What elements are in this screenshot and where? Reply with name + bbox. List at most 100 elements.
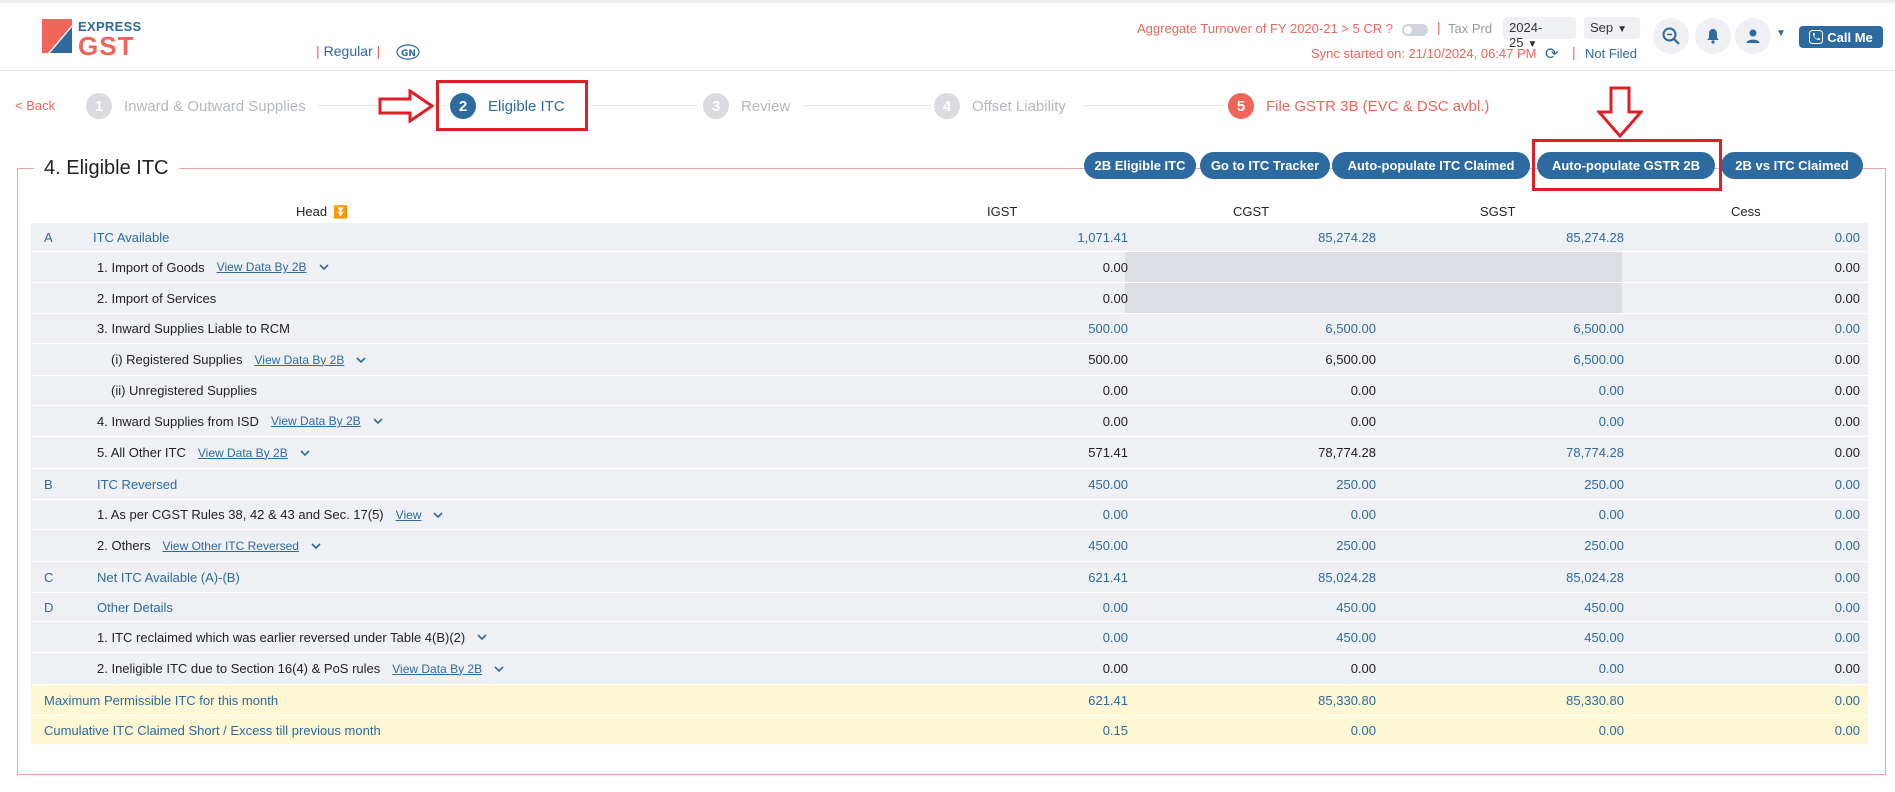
cell-igst[interactable]: 621.41 [928, 562, 1128, 592]
chevron-down-icon[interactable] [311, 541, 321, 551]
search-button[interactable] [1653, 18, 1689, 54]
cell-cess[interactable]: 0.00 [1660, 376, 1860, 405]
cell-cess[interactable]: 0.00 [1660, 530, 1860, 561]
cell-sgst[interactable]: 6,500.00 [1424, 344, 1624, 375]
notifications-button[interactable] [1695, 18, 1731, 54]
cell-cess[interactable]: 0.00 [1660, 562, 1860, 592]
cell-sgst[interactable]: 0.00 [1424, 716, 1624, 744]
back-link[interactable]: < Back [15, 98, 55, 113]
chevron-down-icon[interactable]: ▼ [1776, 28, 1786, 39]
collapse-all-icon[interactable]: ⏬ [333, 205, 348, 219]
cell-cess[interactable]: 0.00 [1660, 716, 1860, 744]
cell-cess[interactable]: 0.00 [1660, 469, 1860, 499]
step-inward-outward-supplies[interactable]: 1 Inward & Outward Supplies [86, 91, 306, 121]
cell-sgst[interactable]: 250.00 [1424, 469, 1624, 499]
cell-cgst[interactable]: 0.00 [1176, 406, 1376, 436]
column-header-head[interactable]: Head ⏬ [296, 204, 348, 219]
cell-cess[interactable]: 0.00 [1660, 622, 1860, 652]
cell-cgst[interactable]: 450.00 [1176, 622, 1376, 652]
chevron-down-icon[interactable] [477, 632, 487, 642]
cell-igst[interactable]: 450.00 [928, 469, 1128, 499]
cell-igst[interactable]: 0.00 [928, 406, 1128, 436]
cell-igst[interactable]: 0.00 [928, 252, 1128, 282]
cell-igst[interactable]: 571.41 [928, 437, 1128, 468]
express-gst-logo[interactable]: EXPRESS GST [40, 17, 150, 61]
cell-cess[interactable]: 0.00 [1660, 344, 1860, 375]
cell-cess[interactable]: 0.00 [1660, 685, 1860, 715]
view-data-link[interactable]: View Data By 2B [271, 414, 361, 428]
cell-sgst[interactable]: 78,774.28 [1424, 437, 1624, 468]
chevron-down-icon[interactable] [318, 262, 329, 272]
cell-cess[interactable]: 0.00 [1660, 593, 1860, 621]
cell-igst[interactable]: 621.41 [928, 685, 1128, 715]
cell-cgst[interactable]: 250.00 [1176, 469, 1376, 499]
view-data-link[interactable]: View [396, 508, 422, 522]
cell-cess[interactable]: 0.00 [1660, 406, 1860, 436]
cell-igst[interactable]: 450.00 [928, 530, 1128, 561]
cell-igst[interactable]: 0.00 [928, 283, 1128, 313]
go-to-itc-tracker-button[interactable]: Go to ITC Tracker [1200, 152, 1330, 179]
cell-cess[interactable]: 0.00 [1660, 283, 1860, 313]
chevron-down-icon[interactable] [433, 510, 444, 520]
2b-eligible-itc-button[interactable]: 2B Eligible ITC [1084, 152, 1196, 179]
cell-cgst[interactable]: 0.00 [1176, 376, 1376, 405]
fy-select[interactable]: 2024-25 ▼ [1503, 17, 1576, 50]
cell-sgst[interactable]: 0.00 [1424, 500, 1624, 529]
cell-cgst[interactable]: 85,330.80 [1176, 685, 1376, 715]
view-data-link[interactable]: View Data By 2B [217, 260, 307, 274]
cell-sgst[interactable]: 85,274.28 [1424, 223, 1624, 251]
cell-cess[interactable]: 0.00 [1660, 653, 1860, 684]
2b-vs-itc-claimed-button[interactable]: 2B vs ITC Claimed [1721, 152, 1863, 179]
cell-cgst[interactable]: 0.00 [1176, 500, 1376, 529]
cell-sgst[interactable]: 85,330.80 [1424, 685, 1624, 715]
cell-cgst[interactable]: 78,774.28 [1176, 437, 1376, 468]
refresh-icon[interactable]: ⟳ [1545, 44, 1558, 64]
cell-cgst[interactable]: 6,500.00 [1176, 314, 1376, 343]
view-data-link[interactable]: View Other ITC Reversed [162, 539, 299, 553]
view-data-link[interactable]: View Data By 2B [392, 662, 482, 676]
cell-igst[interactable]: 1,071.41 [928, 223, 1128, 251]
cell-cgst[interactable]: 0.00 [1176, 653, 1376, 684]
cell-igst[interactable]: 0.00 [928, 622, 1128, 652]
step-review[interactable]: 3 Review [703, 91, 790, 121]
cell-cgst[interactable]: 6,500.00 [1176, 344, 1376, 375]
step-file-gstr3b[interactable]: 5 File GSTR 3B (EVC & DSC avbl.) [1228, 91, 1489, 121]
auto-populate-itc-claimed-button[interactable]: Auto-populate ITC Claimed [1332, 152, 1530, 179]
cell-sgst[interactable]: 250.00 [1424, 530, 1624, 561]
step-offset-liability[interactable]: 4 Offset Liability [934, 91, 1066, 121]
cell-sgst[interactable]: 6,500.00 [1424, 314, 1624, 343]
cell-sgst[interactable]: 85,024.28 [1424, 562, 1624, 592]
cell-cess[interactable]: 0.00 [1660, 314, 1860, 343]
view-data-link[interactable]: View Data By 2B [255, 353, 345, 367]
cell-cgst[interactable]: 85,024.28 [1176, 562, 1376, 592]
cell-cess[interactable]: 0.00 [1660, 437, 1860, 468]
cell-igst[interactable]: 500.00 [928, 344, 1128, 375]
cell-cess[interactable]: 0.00 [1660, 252, 1860, 282]
cell-sgst[interactable]: 450.00 [1424, 622, 1624, 652]
cell-sgst[interactable]: 450.00 [1424, 593, 1624, 621]
cell-cess[interactable]: 0.00 [1660, 223, 1860, 251]
cell-cess[interactable]: 0.00 [1660, 500, 1860, 529]
cell-igst[interactable]: 0.00 [928, 593, 1128, 621]
cell-cgst[interactable]: 85,274.28 [1176, 223, 1376, 251]
cell-cgst[interactable]: 450.00 [1176, 593, 1376, 621]
cell-igst[interactable]: 500.00 [928, 314, 1128, 343]
cell-sgst[interactable]: 0.00 [1424, 376, 1624, 405]
view-data-link[interactable]: View Data By 2B [198, 446, 288, 460]
cell-cgst[interactable]: 0.00 [1176, 716, 1376, 744]
user-menu-button[interactable] [1735, 18, 1771, 54]
chevron-down-icon[interactable] [373, 416, 383, 426]
chevron-down-icon[interactable] [300, 448, 310, 458]
cell-cgst[interactable]: 250.00 [1176, 530, 1376, 561]
cell-igst[interactable]: 0.00 [928, 500, 1128, 529]
cell-igst[interactable]: 0.00 [928, 376, 1128, 405]
cell-sgst[interactable]: 0.00 [1424, 653, 1624, 684]
cell-igst[interactable]: 0.00 [928, 653, 1128, 684]
chevron-down-icon[interactable] [356, 355, 366, 365]
cell-igst[interactable]: 0.15 [928, 716, 1128, 744]
chevron-down-icon[interactable] [494, 664, 504, 674]
call-me-button[interactable]: Call Me [1799, 26, 1883, 48]
month-select[interactable]: Sep ▼ [1584, 17, 1640, 39]
cell-sgst[interactable]: 0.00 [1424, 406, 1624, 436]
aggregate-turnover-toggle[interactable] [1402, 24, 1428, 36]
